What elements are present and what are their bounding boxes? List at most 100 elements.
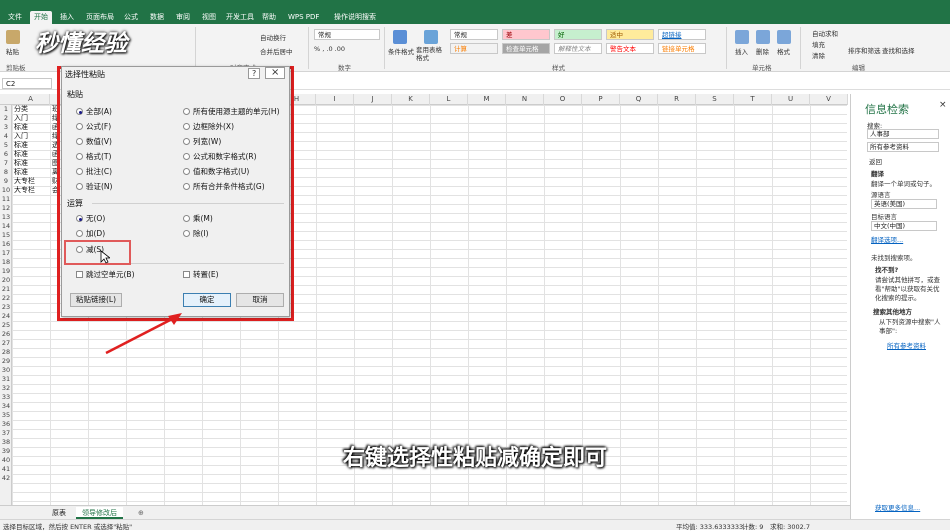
row-header[interactable]: 25 bbox=[0, 321, 12, 330]
row-header[interactable]: 29 bbox=[0, 357, 12, 366]
paste-option-formulas-numbers[interactable]: 公式和数字格式(R) bbox=[183, 152, 257, 162]
column-header[interactable]: V bbox=[810, 94, 848, 105]
row-header[interactable]: 22 bbox=[0, 294, 12, 303]
row-header[interactable]: 16 bbox=[0, 240, 12, 249]
row-header[interactable]: 18 bbox=[0, 258, 12, 267]
paste-option-no-borders[interactable]: 边框除外(X) bbox=[183, 122, 234, 132]
paste-option-merge-conditional[interactable]: 所有合并条件格式(G) bbox=[183, 182, 265, 192]
paste-option-source-theme[interactable]: 所有使用源主题的单元(H) bbox=[183, 107, 280, 117]
wrap-text-button[interactable]: 自动换行 bbox=[260, 32, 286, 42]
column-header[interactable]: A bbox=[12, 94, 50, 105]
cancel-button[interactable]: 取消 bbox=[236, 293, 284, 307]
column-header[interactable]: K bbox=[392, 94, 430, 105]
style-bad[interactable]: 差 bbox=[502, 29, 550, 40]
column-header[interactable]: T bbox=[734, 94, 772, 105]
back-button[interactable]: 返回 bbox=[869, 156, 882, 166]
cell-a[interactable]: 标准 bbox=[14, 159, 28, 168]
column-header[interactable]: I bbox=[316, 94, 354, 105]
tell-me-search[interactable]: 操作说明搜索 bbox=[330, 11, 380, 24]
column-header[interactable]: O bbox=[544, 94, 582, 105]
tab-insert[interactable]: 插入 bbox=[56, 11, 78, 24]
column-header[interactable]: L bbox=[430, 94, 468, 105]
row-header[interactable]: 7 bbox=[0, 159, 12, 168]
tab-review[interactable]: 审阅 bbox=[172, 11, 194, 24]
tab-wps-pdf[interactable]: WPS PDF bbox=[284, 11, 323, 24]
cell-a[interactable]: 标准 bbox=[14, 168, 28, 177]
column-header[interactable]: U bbox=[772, 94, 810, 105]
paste-option-column-widths[interactable]: 列宽(W) bbox=[183, 137, 221, 147]
fill-button[interactable]: 填充 bbox=[812, 39, 825, 49]
row-header[interactable]: 23 bbox=[0, 303, 12, 312]
row-header[interactable]: 12 bbox=[0, 204, 12, 213]
paste-option-validation[interactable]: 验证(N) bbox=[76, 182, 112, 192]
translate-heading[interactable]: 翻译 bbox=[871, 168, 884, 178]
row-header[interactable]: 28 bbox=[0, 348, 12, 357]
search-input[interactable]: 人事部 bbox=[867, 129, 939, 139]
delete-cells-button[interactable]: 删除 bbox=[756, 46, 769, 56]
row-header[interactable]: 10 bbox=[0, 186, 12, 195]
column-header[interactable]: S bbox=[696, 94, 734, 105]
pane-close-icon[interactable]: × bbox=[939, 100, 947, 110]
cell-a[interactable]: 大专栏 bbox=[14, 186, 35, 195]
ok-button[interactable]: 确定 bbox=[183, 293, 231, 307]
sheet-tab-revised[interactable]: 领导修改后 bbox=[76, 507, 123, 519]
paste-option-values[interactable]: 数值(V) bbox=[76, 137, 112, 147]
column-header[interactable]: M bbox=[468, 94, 506, 105]
row-header[interactable]: 13 bbox=[0, 213, 12, 222]
all-references-link[interactable]: 所有参考资料 bbox=[887, 340, 926, 350]
style-linked-cell[interactable]: 链接单元格 bbox=[658, 43, 706, 54]
source-select[interactable]: 所有参考资料 bbox=[867, 142, 939, 152]
row-header[interactable]: 26 bbox=[0, 330, 12, 339]
row-header[interactable]: 33 bbox=[0, 393, 12, 402]
paste-option-formats[interactable]: 格式(T) bbox=[76, 152, 111, 162]
cell-a[interactable]: 入门 bbox=[14, 114, 28, 123]
row-header[interactable]: 19 bbox=[0, 267, 12, 276]
style-neutral[interactable]: 适中 bbox=[606, 29, 654, 40]
row-header[interactable]: 32 bbox=[0, 384, 12, 393]
conditional-format-icon[interactable] bbox=[393, 30, 407, 44]
row-header[interactable]: 21 bbox=[0, 285, 12, 294]
row-header[interactable]: 17 bbox=[0, 249, 12, 258]
from-language-select[interactable]: 英语(美国) bbox=[871, 199, 937, 209]
format-cells-button[interactable]: 格式 bbox=[777, 46, 790, 56]
row-header[interactable]: 42 bbox=[0, 474, 12, 483]
style-explanatory[interactable]: 解释性文本 bbox=[554, 43, 602, 54]
find-select-button[interactable]: 查找和选择 bbox=[882, 45, 915, 55]
row-header[interactable]: 9 bbox=[0, 177, 12, 186]
row-header[interactable]: 15 bbox=[0, 231, 12, 240]
delete-cells-icon[interactable] bbox=[756, 30, 770, 44]
autosum-button[interactable]: 自动求和 bbox=[812, 28, 838, 38]
table-format-button[interactable]: 套用表格格式 bbox=[416, 46, 446, 62]
cell-a[interactable]: 大专栏 bbox=[14, 177, 35, 186]
column-header[interactable]: R bbox=[658, 94, 696, 105]
operation-multiply[interactable]: 乘(M) bbox=[183, 214, 213, 224]
sort-filter-button[interactable]: 排序和筛选 bbox=[848, 45, 881, 55]
table-format-icon[interactable] bbox=[424, 30, 438, 44]
tab-file[interactable]: 文件 bbox=[4, 11, 26, 24]
paste-icon[interactable] bbox=[6, 30, 20, 44]
row-header[interactable]: 36 bbox=[0, 420, 12, 429]
row-header[interactable]: 30 bbox=[0, 366, 12, 375]
number-format-select[interactable]: 常规 bbox=[314, 29, 380, 40]
skip-blanks-checkbox[interactable]: 跳过空单元(B) bbox=[76, 270, 135, 280]
cell-a[interactable]: 标准 bbox=[14, 150, 28, 159]
to-language-select[interactable]: 中文(中国) bbox=[871, 221, 937, 231]
translate-options-link[interactable]: 翻译选项... bbox=[871, 234, 903, 244]
tab-developer[interactable]: 开发工具 bbox=[222, 11, 258, 24]
tab-page-layout[interactable]: 页面布局 bbox=[82, 11, 118, 24]
row-header[interactable]: 6 bbox=[0, 150, 12, 159]
cell-a[interactable]: 标准 bbox=[14, 141, 28, 150]
merge-center-button[interactable]: 合并后居中 bbox=[260, 46, 293, 56]
transpose-checkbox[interactable]: 转置(E) bbox=[183, 270, 219, 280]
get-more-link[interactable]: 获取更多信息... bbox=[875, 502, 920, 512]
column-header[interactable]: N bbox=[506, 94, 544, 105]
row-header[interactable]: 20 bbox=[0, 276, 12, 285]
cell-a[interactable]: 标准 bbox=[14, 123, 28, 132]
tab-help[interactable]: 帮助 bbox=[258, 11, 280, 24]
help-button[interactable]: ? bbox=[248, 68, 261, 79]
clear-button[interactable]: 清除 bbox=[812, 50, 825, 60]
operation-none[interactable]: 无(O) bbox=[76, 214, 105, 224]
row-header[interactable]: 14 bbox=[0, 222, 12, 231]
row-header[interactable]: 5 bbox=[0, 141, 12, 150]
column-header[interactable]: J bbox=[354, 94, 392, 105]
